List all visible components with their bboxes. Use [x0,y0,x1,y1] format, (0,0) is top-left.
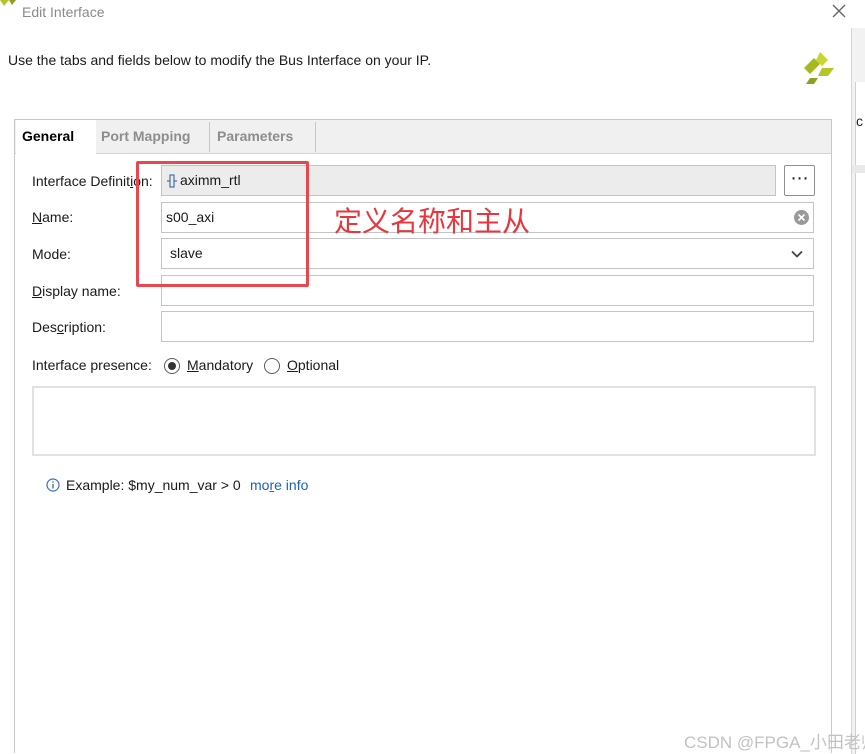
mandatory-label[interactable]: Mandatory [187,357,253,373]
optional-radio[interactable] [264,358,280,374]
more-info-link[interactable]: more info [250,477,308,493]
message-area[interactable] [32,386,816,456]
xilinx-logo-icon [804,52,834,84]
background-window-panel [855,82,865,754]
info-icon [46,478,60,492]
annotation-text: 定义名称和主从 [334,205,531,238]
clear-icon[interactable] [793,209,810,226]
tab-separator [209,122,210,152]
tab-general[interactable]: General [16,120,96,155]
mode-label: Mode: [32,246,71,262]
background-window-text: c [856,113,863,129]
name-label: Name: [32,209,74,225]
display-name-label: Display name: [32,283,121,299]
window-title: Edit Interface [22,4,105,20]
mandatory-radio[interactable] [164,358,180,374]
description-label: Description: [32,319,106,335]
title-bar [0,0,865,26]
optional-label[interactable]: Optional [287,357,339,373]
tab-port-mapping-label: Port Mapping [101,128,191,144]
close-icon[interactable] [829,1,849,21]
tab-port-mapping[interactable]: Port Mapping [95,120,208,154]
vivado-logo-icon [0,0,16,6]
background-window-band [852,165,865,173]
interface-definition-label: Interface Definition: [32,173,153,189]
chevron-down-icon [791,250,803,258]
description-input[interactable] [161,311,814,342]
browse-button[interactable]: ⋯ [784,165,815,196]
tab-parameters-label: Parameters [217,128,294,144]
highlight-box [136,161,309,287]
instruction-text: Use the tabs and fields below to modify … [8,52,432,68]
example-text: Example: $my_num_var > 0 [66,477,241,493]
watermark: CSDN @FPGA_小田老师 [684,733,865,752]
tab-parameters[interactable]: Parameters [211,120,315,154]
tab-separator [315,122,316,152]
interface-presence-label: Interface presence: [32,357,152,373]
tab-general-label: General [22,128,75,144]
